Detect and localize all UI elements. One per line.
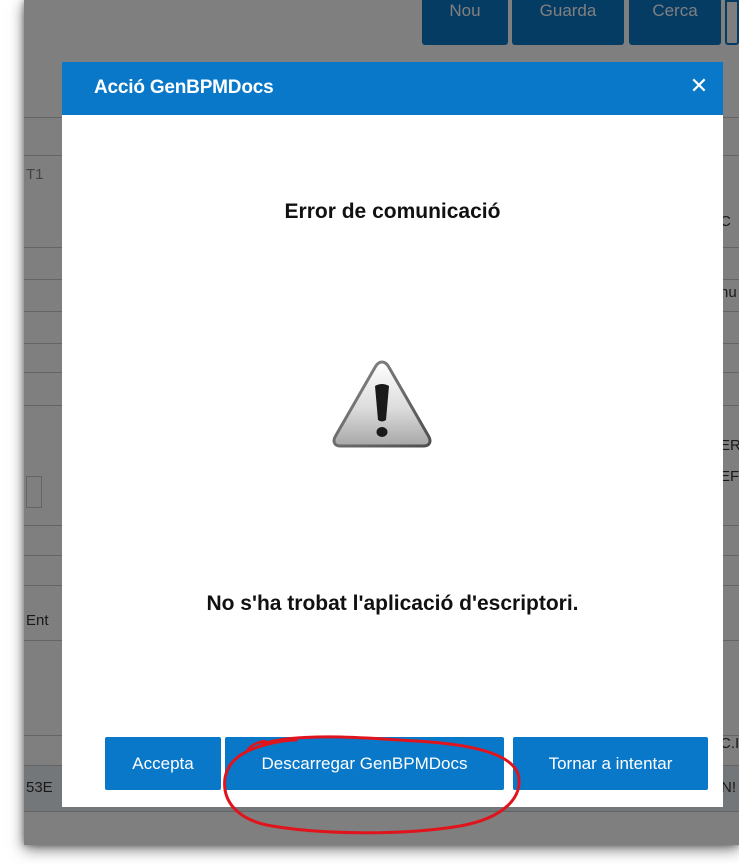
retry-button[interactable]: Tornar a intentar [513,737,708,790]
dialog-header: Acció GenBPMDocs ✕ [62,62,723,115]
genbpmdocs-dialog: Acció GenBPMDocs ✕ Error de comunicació [62,62,723,807]
screenshot-stage: Nou Guarda Cerca T1 Ent C nu ER EF C.I [0,0,739,865]
accept-button[interactable]: Accepta [105,737,221,790]
error-message: No s'ha trobat l'aplicació d'escriptori. [206,592,579,615]
download-genbpmdocs-button[interactable]: Descarregar GenBPMDocs [225,737,504,790]
warning-icon [332,360,432,448]
app-window: Nou Guarda Cerca T1 Ent C nu ER EF C.I [24,0,739,845]
error-title: Error de comunicació [284,200,501,223]
dialog-title: Acció GenBPMDocs [94,77,274,98]
close-icon[interactable]: ✕ [687,74,711,98]
